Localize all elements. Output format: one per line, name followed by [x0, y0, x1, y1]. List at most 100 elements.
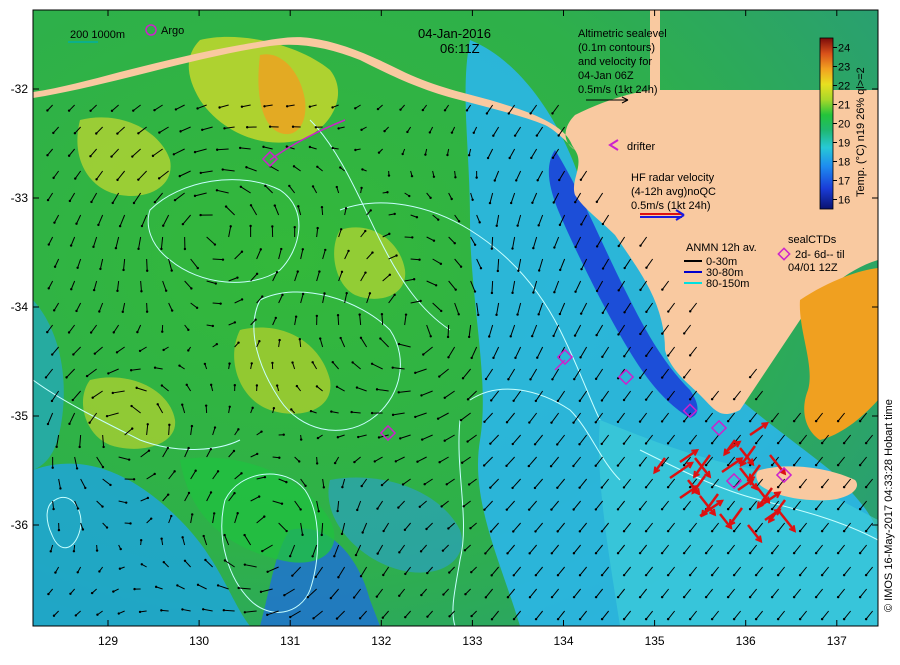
y-tick-label: -33: [11, 191, 29, 205]
seal-line-2: 2d- 6d-- til: [795, 249, 845, 261]
velocity-arrow-head: [46, 109, 48, 111]
velocity-arrow-head: [596, 290, 598, 292]
velocity-arrow-head: [601, 530, 603, 532]
seal-line-3: 04/01 12Z: [788, 262, 838, 274]
velocity-arrow-head: [112, 590, 114, 592]
velocity-arrow-head: [574, 201, 576, 203]
velocity-arrow-head: [201, 129, 203, 131]
velocity-arrow-head: [777, 530, 779, 532]
velocity-arrow-head: [444, 397, 446, 399]
velocity-arrow-head: [132, 109, 134, 111]
velocity-arrow-head: [595, 552, 597, 554]
velocity-arrow-head: [52, 467, 54, 469]
velocity-arrow-head: [535, 400, 537, 402]
velocity-arrow-head: [90, 201, 92, 203]
velocity-arrow-head: [97, 224, 99, 226]
velocity-arrow-head: [86, 375, 88, 377]
velocity-arrow-head: [413, 278, 415, 280]
velocity-arrow-head: [485, 596, 487, 598]
velocity-arrow-head: [89, 155, 91, 157]
velocity-arrow-head: [236, 512, 238, 514]
velocity-arrow-head: [202, 608, 204, 610]
velocity-arrow-head: [251, 407, 253, 409]
velocity-arrow-head: [484, 552, 486, 554]
velocity-arrow-head: [91, 397, 93, 399]
velocity-arrow-head: [534, 487, 536, 489]
velocity-arrow-head: [556, 443, 558, 445]
velocity-arrow-head: [337, 127, 339, 129]
velocity-arrow-head: [572, 508, 574, 510]
velocity-arrow-head: [777, 618, 779, 620]
velocity-arrow-head: [531, 202, 533, 204]
velocity-arrow-head: [639, 596, 641, 598]
velocity-arrow-head: [330, 597, 332, 599]
velocity-arrow-head: [689, 442, 691, 444]
velocity-arrow-head: [423, 483, 425, 485]
velocity-arrow-head: [821, 530, 823, 532]
velocity-arrow-head: [360, 129, 362, 131]
altimetry-line-3: and velocity for: [578, 56, 652, 68]
velocity-arrow-head: [75, 223, 77, 225]
velocity-arrow-head: [202, 535, 204, 537]
velocity-arrow-head: [361, 531, 363, 533]
velocity-arrow-head: [771, 420, 773, 422]
velocity-arrow-head: [399, 437, 401, 439]
velocity-arrow-head: [101, 505, 103, 507]
velocity-arrow-head: [446, 483, 448, 485]
velocity-arrow-head: [386, 191, 388, 193]
velocity-arrow-head: [530, 157, 532, 159]
velocity-arrow-head: [256, 384, 258, 386]
velocity-arrow-head: [165, 290, 167, 292]
velocity-arrow-head: [462, 377, 464, 379]
velocity-arrow-head: [556, 487, 558, 489]
velocity-arrow-head: [711, 486, 713, 488]
velocity-arrow-head: [497, 270, 499, 272]
velocity-arrow-head: [341, 533, 343, 535]
velocity-arrow-head: [661, 596, 663, 598]
velocity-arrow-head: [551, 552, 553, 554]
velocity-arrow-head: [468, 154, 470, 156]
velocity-arrow-head: [511, 247, 513, 249]
velocity-arrow-head: [689, 310, 691, 312]
velocity-arrow-head: [623, 486, 625, 488]
velocity-arrow-head: [552, 157, 554, 159]
map-time: 06:11Z: [440, 41, 480, 56]
velocity-arrow-head: [623, 574, 625, 576]
velocity-arrow-head: [645, 618, 647, 620]
velocity-arrow-head: [59, 487, 61, 489]
velocity-arrow-head: [645, 530, 647, 532]
velocity-arrow-head: [437, 418, 439, 420]
velocity-arrow-head: [354, 107, 356, 109]
velocity-arrow-head: [283, 594, 285, 596]
velocity-arrow-head: [507, 378, 509, 380]
velocity-arrow-head: [406, 131, 408, 133]
velocity-arrow-head: [771, 596, 773, 598]
velocity-arrow-head: [579, 530, 581, 532]
velocity-arrow-head: [336, 510, 338, 512]
velocity-arrow-head: [437, 218, 439, 220]
credit-text: © IMOS 16-May-2017 04:33:28 Hobart time: [883, 399, 895, 612]
velocity-arrow-head: [290, 408, 292, 410]
velocity-arrow-head: [574, 246, 576, 248]
velocity-arrow-head: [147, 423, 149, 425]
velocity-arrow-head: [623, 530, 625, 532]
velocity-arrow-head: [74, 177, 76, 179]
velocity-arrow-head: [490, 399, 492, 401]
velocity-arrow-head: [51, 353, 53, 355]
velocity-arrow-head: [579, 574, 581, 576]
velocity-arrow-head: [162, 225, 164, 227]
velocity-arrow-head: [154, 366, 156, 368]
velocity-arrow-head: [510, 335, 512, 337]
velocity-arrow-head: [364, 230, 366, 232]
velocity-arrow-head: [52, 177, 54, 179]
velocity-arrow-head: [455, 288, 457, 290]
velocity-arrow-head: [451, 198, 453, 200]
velocity-arrow-head: [815, 420, 817, 422]
velocity-arrow-head: [777, 442, 779, 444]
velocity-arrow-head: [112, 202, 114, 204]
velocity-arrow-head: [416, 216, 418, 218]
velocity-arrow-head: [297, 270, 299, 272]
velocity-arrow-head: [411, 175, 413, 177]
velocity-arrow-head: [821, 486, 823, 488]
velocity-arrow-head: [467, 398, 469, 400]
